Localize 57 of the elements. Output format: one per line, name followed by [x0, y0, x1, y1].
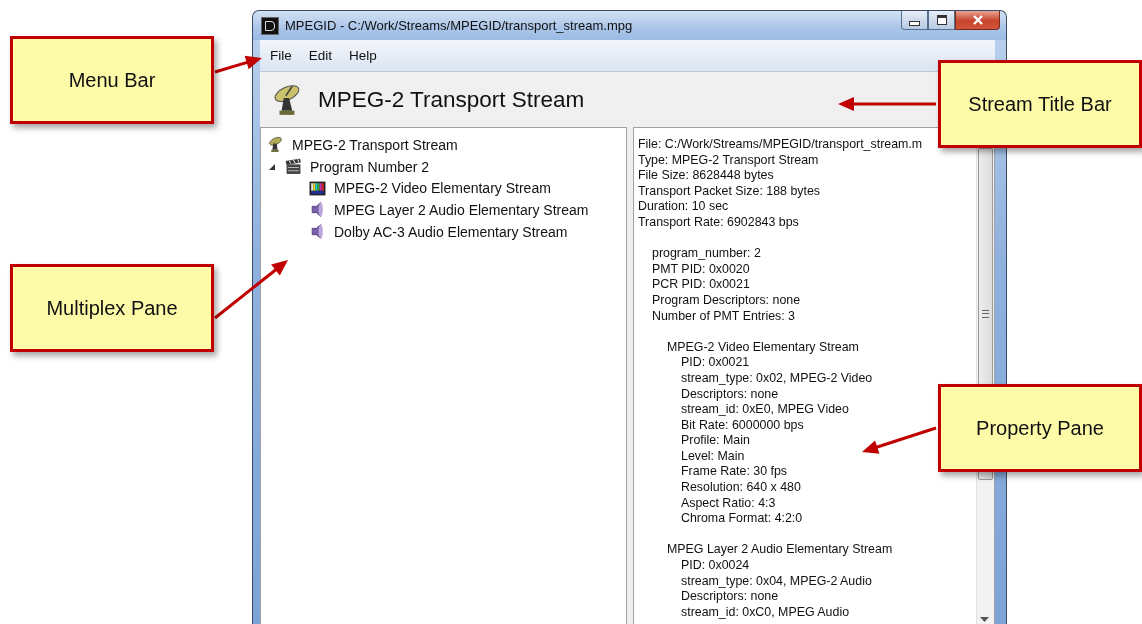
property-line: File Size: 8628448 bytes: [638, 168, 774, 184]
stream-heading: MPEG-2 Video Elementary Stream: [666, 339, 859, 356]
grip-icon: [982, 310, 989, 318]
close-icon: [971, 15, 984, 25]
tree-item[interactable]: Dolby AC-3 Audio Elementary Stream: [334, 223, 568, 240]
maximize-icon: [936, 15, 947, 25]
minimize-button[interactable]: [901, 11, 928, 30]
menu-item[interactable]: Edit: [300, 46, 340, 65]
satellite-dish-icon: [267, 136, 284, 154]
tree-item[interactable]: MPEG Layer 2 Audio Elementary Stream: [334, 201, 589, 218]
property-line: Descriptors: none: [680, 386, 779, 403]
close-button[interactable]: [955, 11, 1000, 30]
property-line: stream_type: 0x04, MPEG-2 Audio: [680, 573, 872, 590]
property-line: Transport Packet Size: 188 bytes: [638, 183, 821, 200]
property-line: PCR PID: 0x0021: [651, 277, 750, 293]
property-line: Type: MPEG-2 Transport Stream: [638, 152, 819, 169]
property-line: Duration: 10 sec: [638, 199, 729, 215]
color-bars-icon: [309, 179, 326, 197]
tree-item[interactable]: MPEG-2 Video Elementary Stream: [334, 180, 551, 197]
callout-tooltip: Stream Title Bar: [938, 60, 1142, 148]
property-line: Bit Rate: 6000000 bps: [680, 417, 804, 434]
property-line: Aspect Ratio: 4:3: [680, 495, 776, 512]
property-line: PID: 0x0024: [680, 558, 750, 574]
property-line: Resolution: 640 x 480: [680, 480, 801, 496]
callout-tooltip: Multiplex Pane: [10, 264, 214, 352]
minimize-icon: [909, 20, 920, 26]
tree-item[interactable]: Program Number 2: [310, 158, 430, 175]
maximize-button[interactable]: [928, 11, 955, 30]
scroll-down-icon[interactable]: [980, 617, 989, 622]
clapperboard-icon: [285, 158, 302, 176]
arrow: [214, 55, 262, 74]
callout-tooltip: Menu Bar: [10, 36, 214, 124]
property-line: File: C:/Work/Streams/MPEGID/transport_stream.m: [638, 137, 923, 153]
property-line: stream_type: 0x02, MPEG-2 Video: [680, 370, 873, 387]
property-line: PID: 0x0021: [680, 355, 750, 371]
property-line: Transport Rate: 6902843 bps: [638, 214, 799, 231]
property-line: Level: Main: [680, 448, 745, 465]
property-line: Profile: Main: [680, 433, 750, 449]
property-line: program_number: 2: [651, 246, 761, 262]
property-line: Frame Rate: 30 fps: [680, 464, 788, 481]
callout-tooltip: Property Pane: [938, 384, 1142, 472]
speaker-icon: [309, 201, 326, 219]
property-line: Number of PMT Entries: 3: [651, 308, 795, 325]
property-line: stream_id: 0xE0, MPEG Video: [680, 402, 849, 418]
property-line: PMT PID: 0x0020: [651, 261, 750, 278]
window-title: MPEGID - C:/Work/Streams/MPEGID/transport_stream.mpg: [285, 18, 634, 33]
app-logo-icon: [261, 16, 279, 35]
menu-item[interactable]: Help: [341, 46, 384, 65]
stream-heading: MPEG Layer 2 Audio Elementary Stream: [666, 542, 893, 559]
property-line: Descriptors: none: [680, 589, 779, 605]
menu-item[interactable]: File: [262, 46, 299, 65]
property-line: Program Descriptors: none: [651, 292, 801, 309]
stream-title: MPEG-2 Transport Stream: [318, 86, 585, 113]
property-line: stream_id: 0xC0, MPEG Audio: [680, 604, 850, 621]
tree-item[interactable]: MPEG-2 Transport Stream: [292, 136, 458, 153]
property-line: Chroma Format: 4:2:0: [680, 511, 803, 527]
speaker-icon: [309, 223, 326, 241]
